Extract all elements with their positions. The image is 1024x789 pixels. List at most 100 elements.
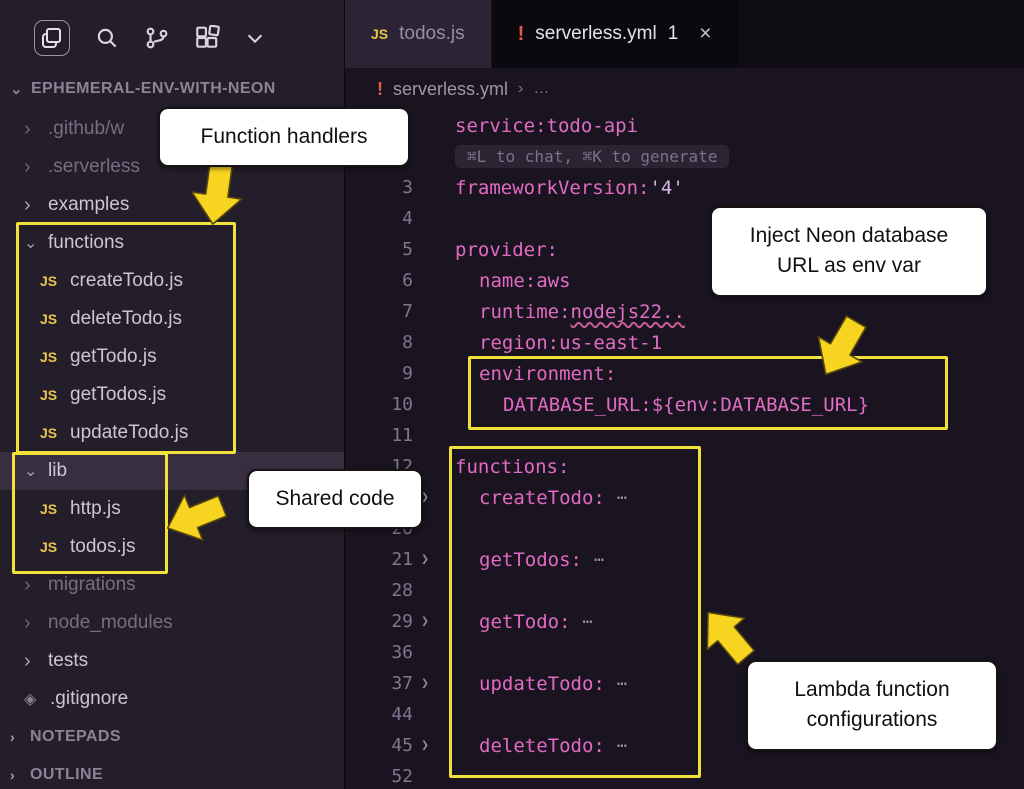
tab-todos-js[interactable]: JS todos.js xyxy=(345,0,492,68)
search-icon[interactable] xyxy=(94,25,120,51)
code-text: service: todo-api xyxy=(437,115,638,137)
code-line: 3 frameworkVersion: '4' xyxy=(345,172,1024,203)
code-line: 13❯createTodo:⋯ xyxy=(345,482,1024,513)
line-number: 4 xyxy=(345,208,413,229)
tree-item--gitignore[interactable]: ◈.gitignore xyxy=(0,680,344,718)
fold-chevron-icon[interactable]: ❯ xyxy=(413,552,437,567)
files-icon[interactable] xyxy=(34,20,70,56)
tab-badge: 1 xyxy=(668,23,679,45)
tab-label: serverless.yml xyxy=(535,23,656,45)
yaml-value: todo-api xyxy=(547,115,639,137)
js-icon: JS xyxy=(40,349,70,365)
yaml-key: region: xyxy=(479,332,559,354)
tree-item-functions[interactable]: ⌄functions xyxy=(0,224,344,262)
code-text: provider: xyxy=(437,239,558,261)
code-line: 20 xyxy=(345,513,1024,544)
sidebar-section-outline[interactable]: ›OUTLINE xyxy=(0,756,344,789)
chevron-right-icon: › xyxy=(10,767,30,783)
code-text: region: us-east-1 xyxy=(437,332,662,354)
close-icon[interactable]: × xyxy=(699,22,711,46)
breadcrumb[interactable]: ! serverless.yml › … xyxy=(345,68,1024,110)
tree-item-migrations[interactable]: ›migrations xyxy=(0,566,344,604)
tree-item-label: http.js xyxy=(70,498,121,520)
line-number: 11 xyxy=(345,425,413,446)
tree-item-updatetodo-js[interactable]: JSupdateTodo.js xyxy=(0,414,344,452)
tree-item-node-modules[interactable]: ›node_modules xyxy=(0,604,344,642)
callout-function-handlers: Function handlers xyxy=(158,107,410,167)
code-text: getTodos: ⋯ xyxy=(437,549,606,571)
tree-item-gettodos-js[interactable]: JSgetTodos.js xyxy=(0,376,344,414)
yaml-key: runtime: xyxy=(479,301,571,323)
code-line: ⌘L to chat, ⌘K to generate xyxy=(345,141,1024,172)
line-number: 3 xyxy=(345,177,413,198)
yaml-key: getTodo: xyxy=(479,611,571,633)
tab-bar: JS todos.js ! serverless.yml 1 × xyxy=(345,0,1024,68)
line-number: 28 xyxy=(345,580,413,601)
yaml-key: DATABASE_URL: xyxy=(503,394,652,416)
yaml-value: aws xyxy=(536,270,570,292)
folded-region-badge[interactable]: ⋯ xyxy=(594,550,606,570)
callout-lambda-config: Lambda function configurations xyxy=(746,660,998,751)
js-icon: JS xyxy=(40,273,70,289)
yaml-key: createTodo: xyxy=(479,487,605,509)
extensions-icon[interactable] xyxy=(194,25,220,51)
breadcrumb-file: serverless.yml xyxy=(393,79,508,100)
line-number: 36 xyxy=(345,642,413,663)
file-tree: ›.github/w›.serverless›examples⌄function… xyxy=(0,110,344,789)
tree-item-label: examples xyxy=(48,194,129,216)
tree-item-label: deleteTodo.js xyxy=(70,308,182,330)
yaml-key: functions: xyxy=(455,456,569,478)
code-line: 28 xyxy=(345,575,1024,606)
explorer-section-header[interactable]: ⌄ EPHEMERAL-ENV-WITH-NEON xyxy=(10,80,344,98)
line-number: 5 xyxy=(345,239,413,260)
code-line: 52 xyxy=(345,761,1024,789)
line-number: 9 xyxy=(345,363,413,384)
fold-chevron-icon[interactable]: ❯ xyxy=(413,738,437,753)
chevron-right-icon: › xyxy=(518,80,523,98)
tree-item-deletetodo-js[interactable]: JSdeleteTodo.js xyxy=(0,300,344,338)
code-text: DATABASE_URL: ${env:DATABASE_URL} xyxy=(437,394,869,416)
fold-chevron-icon[interactable]: ❯ xyxy=(413,614,437,629)
folded-region-badge[interactable]: ⋯ xyxy=(617,674,629,694)
code-text: ⌘L to chat, ⌘K to generate xyxy=(437,145,729,168)
folded-region-badge[interactable]: ⋯ xyxy=(617,736,629,756)
activity-bar xyxy=(0,0,344,56)
chevron-right-icon: › xyxy=(24,574,48,597)
tree-item-label: functions xyxy=(48,232,124,254)
tree-item-label: .serverless xyxy=(48,156,140,178)
line-number: 29 xyxy=(345,611,413,632)
sidebar-section-notepads[interactable]: ›NOTEPADS xyxy=(0,718,344,756)
code-text: updateTodo:⋯ xyxy=(437,673,629,695)
source-control-icon[interactable] xyxy=(144,25,170,51)
serverless-icon: ! xyxy=(518,23,525,46)
code-text: functions: xyxy=(437,456,569,478)
tree-item-gettodo-js[interactable]: JSgetTodo.js xyxy=(0,338,344,376)
fold-chevron-icon[interactable]: ❯ xyxy=(413,676,437,691)
tab-serverless-yml[interactable]: ! serverless.yml 1 × xyxy=(492,0,738,68)
tree-item-label: node_modules xyxy=(48,612,173,634)
js-icon: JS xyxy=(40,311,70,327)
chevron-down-icon[interactable] xyxy=(244,27,266,49)
project-name: EPHEMERAL-ENV-WITH-NEON xyxy=(31,80,276,98)
yaml-value: nodejs22.. xyxy=(571,301,685,323)
code-text: getTodo: ⋯ xyxy=(437,611,595,633)
folded-region-badge[interactable]: ⋯ xyxy=(583,612,595,632)
yaml-key: getTodos: xyxy=(479,549,582,571)
tree-item-examples[interactable]: ›examples xyxy=(0,186,344,224)
yaml-key: deleteTodo: xyxy=(479,735,605,757)
line-number: 21 xyxy=(345,549,413,570)
code-text: deleteTodo: ⋯ xyxy=(437,735,629,757)
code-line: 9environment: xyxy=(345,358,1024,389)
tree-item-tests[interactable]: ›tests xyxy=(0,642,344,680)
yaml-value: us-east-1 xyxy=(559,332,662,354)
code-line: 7runtime: nodejs22.. xyxy=(345,296,1024,327)
code-text: frameworkVersion: '4' xyxy=(437,177,684,199)
line-number: 37 xyxy=(345,673,413,694)
code-text: createTodo: ⋯ xyxy=(437,487,629,509)
line-number: 52 xyxy=(345,766,413,787)
yaml-key: service: xyxy=(455,115,547,137)
code-line: 21❯ getTodos: ⋯ xyxy=(345,544,1024,575)
folded-region-badge[interactable]: ⋯ xyxy=(617,488,629,508)
tree-item-label: createTodo.js xyxy=(70,270,183,292)
tree-item-createtodo-js[interactable]: JScreateTodo.js xyxy=(0,262,344,300)
